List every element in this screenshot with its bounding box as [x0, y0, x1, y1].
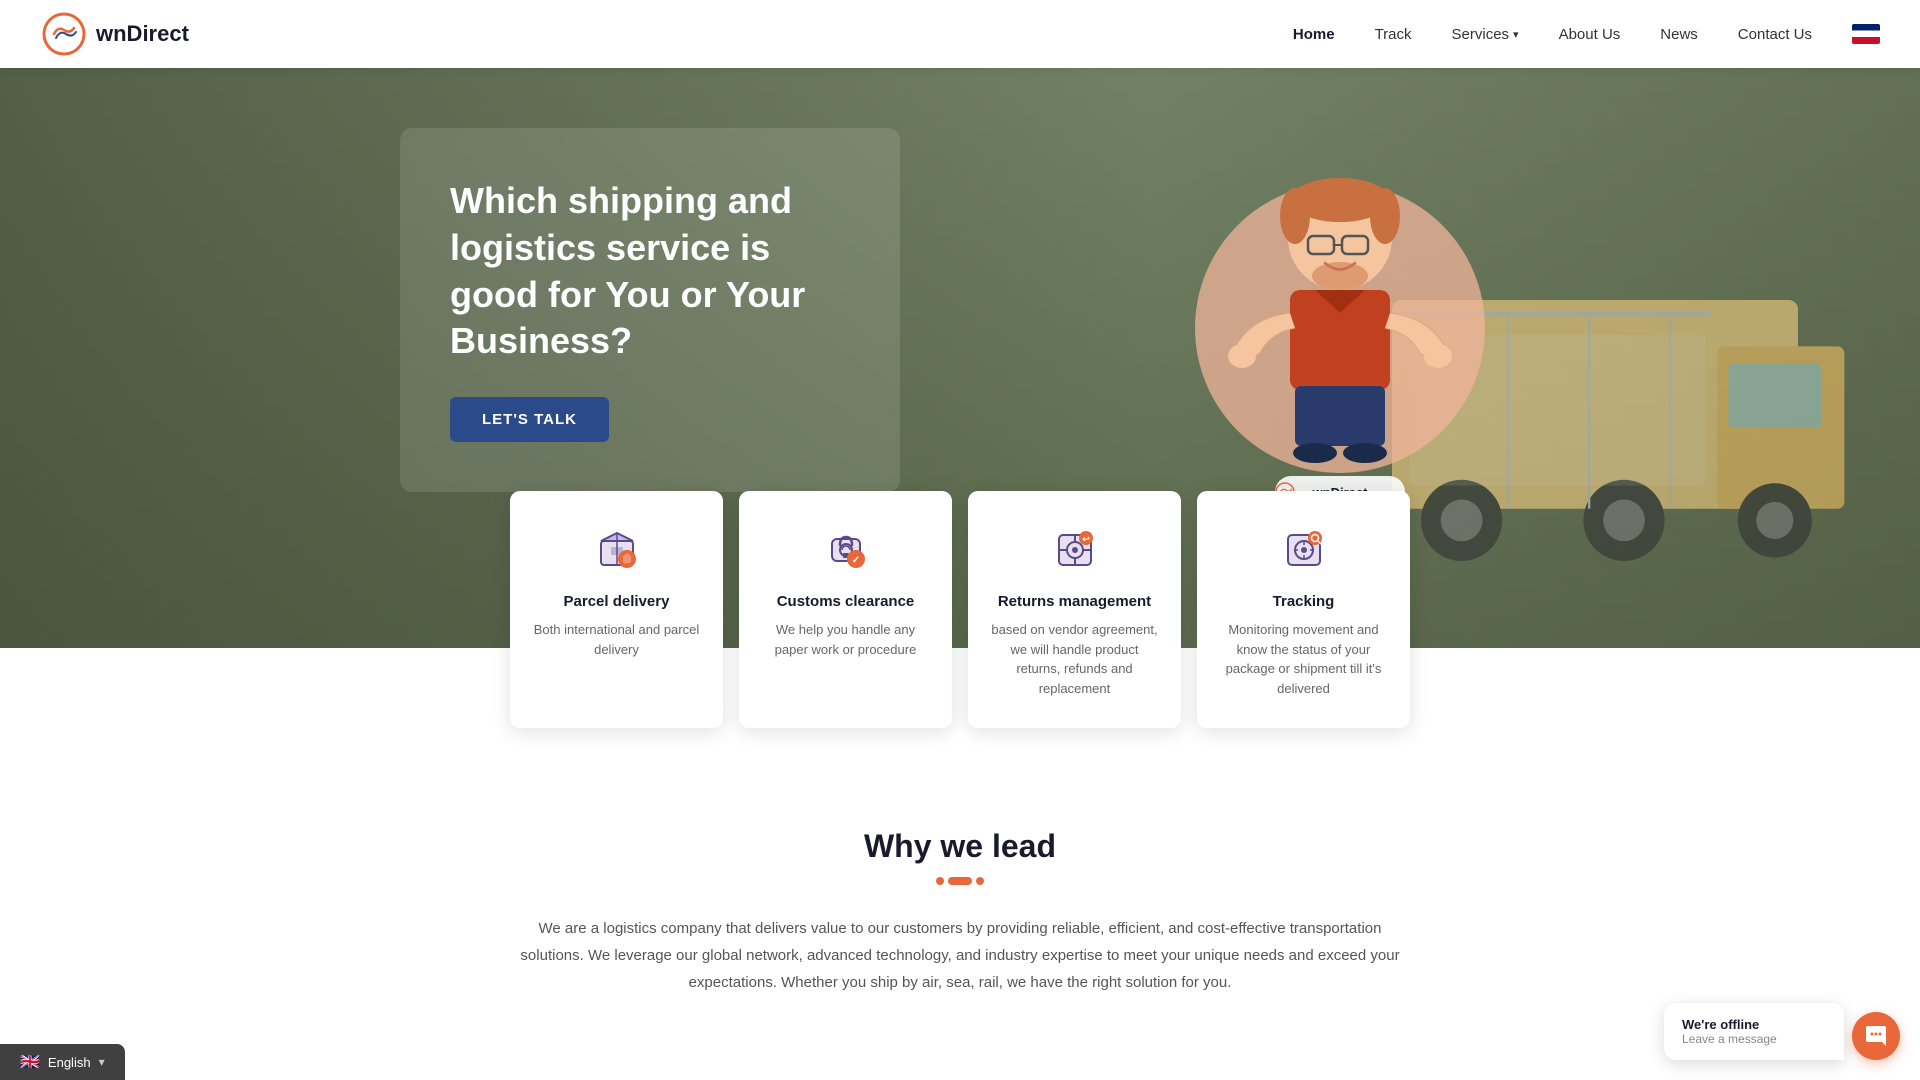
- hero-section: Which shipping and logistics service is …: [0, 68, 1920, 648]
- logo-icon: [40, 10, 88, 58]
- chat-icon: [1864, 1024, 1888, 1048]
- why-body-text: We are a logistics company that delivers…: [510, 915, 1410, 996]
- service-card-returns[interactable]: ↩ Returns management based on vendor agr…: [968, 491, 1181, 728]
- dot-accent: [948, 877, 972, 885]
- dot-2: [976, 877, 984, 885]
- why-section: Why we lead We are a logistics company t…: [0, 768, 1920, 1036]
- parcel-title: Parcel delivery: [530, 593, 703, 610]
- language-label: English: [48, 1055, 91, 1070]
- chat-widget: We're offline Leave a message: [1664, 1003, 1900, 1060]
- tracking-icon: [1276, 521, 1332, 577]
- chat-open-button[interactable]: [1852, 1012, 1900, 1060]
- mascot-illustration: wnDirect: [1180, 128, 1520, 508]
- chat-bubble-title: We're offline: [1682, 1017, 1826, 1032]
- customs-desc: We help you handle any paper work or pro…: [759, 620, 932, 659]
- logo-text: wnDirect: [96, 21, 189, 47]
- service-card-parcel[interactable]: Parcel delivery Both international and p…: [510, 491, 723, 728]
- svg-text:✓: ✓: [851, 555, 859, 566]
- language-flag[interactable]: [1852, 24, 1880, 44]
- customs-title: Customs clearance: [759, 593, 932, 610]
- tracking-title: Tracking: [1217, 593, 1390, 610]
- service-card-tracking[interactable]: Tracking Monitoring movement and know th…: [1197, 491, 1410, 728]
- services-row: Parcel delivery Both international and p…: [510, 491, 1410, 728]
- nav-links: Home Track Services ▾ About Us News Cont…: [1293, 24, 1880, 44]
- language-bar[interactable]: 🇬🇧 English ▾: [0, 1044, 125, 1080]
- nav-contact[interactable]: Contact Us: [1738, 26, 1812, 43]
- nav-services[interactable]: Services ▾: [1452, 26, 1519, 43]
- returns-desc: based on vendor agreement, we will handl…: [988, 620, 1161, 698]
- returns-title: Returns management: [988, 593, 1161, 610]
- nav-home[interactable]: Home: [1293, 26, 1335, 43]
- service-card-customs[interactable]: ✓ Customs clearance We help you handle a…: [739, 491, 952, 728]
- hero-card: Which shipping and logistics service is …: [400, 128, 900, 492]
- chat-bubble[interactable]: We're offline Leave a message: [1664, 1003, 1844, 1060]
- parcel-desc: Both international and parcel delivery: [530, 620, 703, 659]
- tracking-desc: Monitoring movement and know the status …: [1217, 620, 1390, 698]
- dot-1: [936, 877, 944, 885]
- language-flag-icon: 🇬🇧: [20, 1052, 40, 1072]
- navbar: wnDirect Home Track Services ▾ About Us …: [0, 0, 1920, 68]
- chevron-down-icon: ▾: [1513, 28, 1519, 41]
- customs-icon: ✓: [818, 521, 874, 577]
- returns-icon: ↩: [1047, 521, 1103, 577]
- lang-chevron-icon: ▾: [99, 1055, 105, 1069]
- mascot-svg: wnDirect: [1180, 128, 1500, 528]
- nav-news[interactable]: News: [1660, 26, 1698, 43]
- parcel-icon: [589, 521, 645, 577]
- lets-talk-button[interactable]: LET'S TALK: [450, 397, 609, 442]
- svg-text:↩: ↩: [1082, 534, 1090, 544]
- why-dots-decoration: [40, 877, 1880, 885]
- hero-title: Which shipping and logistics service is …: [450, 178, 850, 365]
- nav-about[interactable]: About Us: [1559, 26, 1621, 43]
- chat-bubble-subtitle: Leave a message: [1682, 1032, 1826, 1046]
- logo[interactable]: wnDirect: [40, 10, 189, 58]
- why-title: Why we lead: [40, 828, 1880, 865]
- nav-track[interactable]: Track: [1375, 26, 1412, 43]
